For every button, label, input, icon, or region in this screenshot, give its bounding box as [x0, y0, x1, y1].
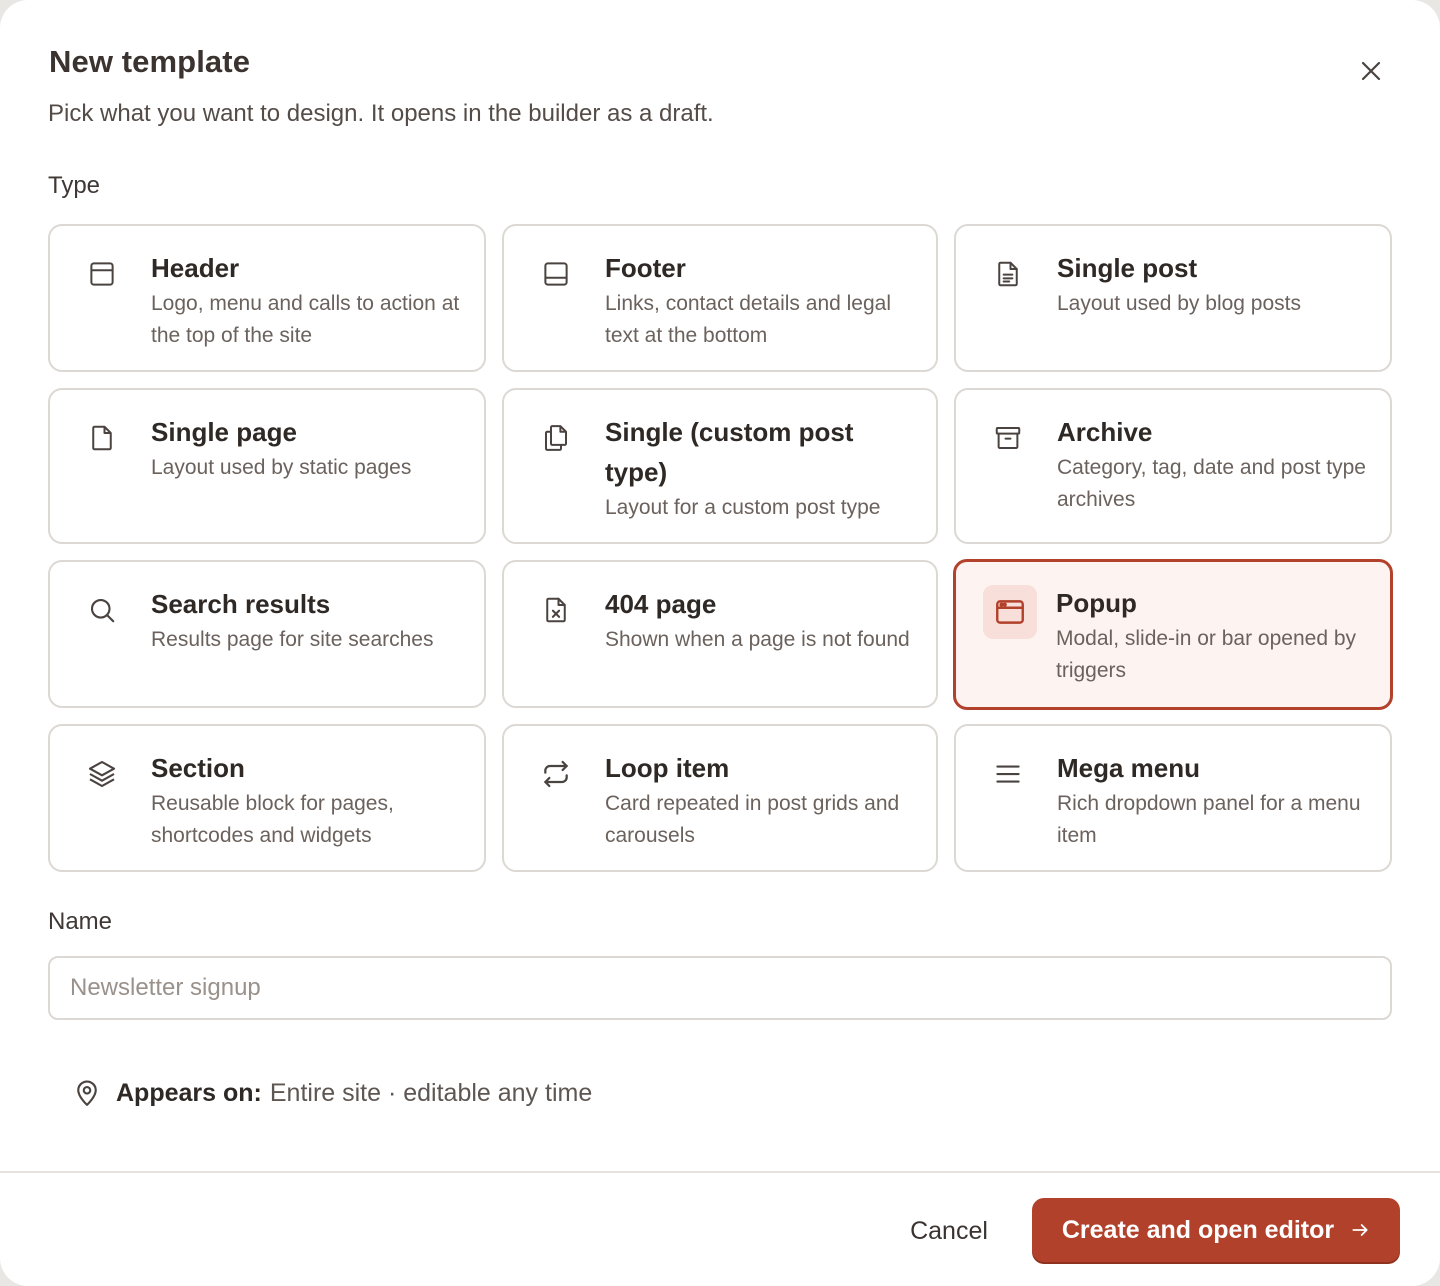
type-card-description: Shown when a page is not found	[605, 628, 910, 651]
type-card-title: Archive	[1057, 417, 1153, 447]
type-card-title: Loop item	[605, 753, 730, 783]
name-label: Name	[48, 908, 113, 935]
type-card-description: Layout used by blog posts	[1057, 292, 1302, 315]
type-card-description: Layout used by static pages	[151, 456, 412, 479]
name-input[interactable]	[48, 956, 1392, 1020]
type-card-description: Rich dropdown panel for a menu item	[1057, 792, 1361, 847]
header-layout-icon	[82, 254, 122, 294]
type-card-title: Header	[151, 253, 240, 283]
create-and-open-editor-button[interactable]: Create and open editor	[1032, 1198, 1400, 1262]
appears-on-value: Entire site · editable any time	[269, 1078, 593, 1107]
type-card-header[interactable]: Header Logo, menu and calls to action at…	[48, 224, 486, 372]
type-card-title: Section	[151, 753, 245, 783]
type-card-single-post[interactable]: Single post Layout used by blog posts	[954, 224, 1392, 372]
close-button[interactable]	[1351, 51, 1391, 91]
type-card-description: Results page for site searches	[151, 628, 434, 651]
type-card-description: Logo, menu and calls to action at the to…	[151, 292, 460, 347]
footer-layout-icon	[536, 254, 576, 294]
type-card-loop-item[interactable]: Loop item Card repeated in post grids an…	[502, 724, 938, 872]
type-label: Type	[48, 172, 101, 199]
type-card-description: Card repeated in post grids and carousel…	[605, 792, 900, 847]
dialog-title: New template	[49, 44, 251, 79]
type-card-title: Single post	[1057, 253, 1198, 283]
document-text-icon	[988, 254, 1028, 294]
repeat-arrows-icon	[536, 754, 576, 794]
copy-pages-icon	[536, 418, 576, 458]
type-card-search-results[interactable]: Search results Results page for site sea…	[48, 560, 486, 708]
appears-on-label: Appears on:	[116, 1078, 262, 1107]
type-card-title: Search results	[151, 589, 331, 619]
type-card-description: Category, tag, date and post type archiv…	[1057, 456, 1366, 511]
archive-box-icon	[988, 418, 1028, 458]
type-card-single-page[interactable]: Single page Layout used by static pages	[48, 388, 486, 544]
type-card-description: Links, contact details and legal text at…	[605, 292, 892, 347]
type-card-title: Popup	[1056, 588, 1137, 618]
type-card-mega-menu[interactable]: Mega menu Rich dropdown panel for a menu…	[954, 724, 1392, 872]
type-card-description: Layout for a custom post type	[605, 496, 881, 519]
new-template-dialog: New template Pick what you want to desig…	[0, 0, 1440, 1286]
type-card-title: Single page	[151, 417, 297, 447]
menu-lines-icon	[988, 754, 1028, 794]
type-card-popup[interactable]: Popup Modal, slide-in or bar opened by t…	[953, 559, 1393, 710]
type-card-title: Mega menu	[1057, 753, 1201, 783]
search-icon	[82, 590, 122, 630]
type-card-title: Single (custom post type)	[605, 417, 854, 487]
cancel-button[interactable]: Cancel	[890, 1200, 1008, 1262]
page-icon	[82, 418, 122, 458]
file-x-icon	[536, 590, 576, 630]
dialog-subtitle: Pick what you want to design. It opens i…	[48, 100, 714, 127]
type-card-title: Footer	[605, 253, 686, 283]
layers-icon	[82, 754, 122, 794]
appears-on: Appears on: Entire site · editable any t…	[72, 1073, 592, 1113]
type-card-archive[interactable]: Archive Category, tag, date and post typ…	[954, 388, 1392, 544]
type-card-description: Reusable block for pages, shortcodes and…	[151, 792, 394, 847]
type-card-footer[interactable]: Footer Links, contact details and legal …	[502, 224, 938, 372]
type-card-section[interactable]: Section Reusable block for pages, shortc…	[48, 724, 486, 872]
type-card-description: Modal, slide-in or bar opened by trigger…	[1056, 627, 1357, 682]
type-card-404-page[interactable]: 404 page Shown when a page is not found	[502, 560, 938, 708]
type-card-single-custom-post-type[interactable]: Single (custom post type) Layout for a c…	[502, 388, 938, 544]
type-card-title: 404 page	[605, 589, 717, 619]
arrow-right-icon	[1350, 1220, 1370, 1240]
map-pin-icon	[72, 1078, 102, 1108]
footer-divider	[0, 1171, 1440, 1173]
primary-button-label: Create and open editor	[1061, 1215, 1335, 1244]
browser-window-icon	[983, 585, 1037, 639]
close-icon	[1361, 61, 1381, 81]
